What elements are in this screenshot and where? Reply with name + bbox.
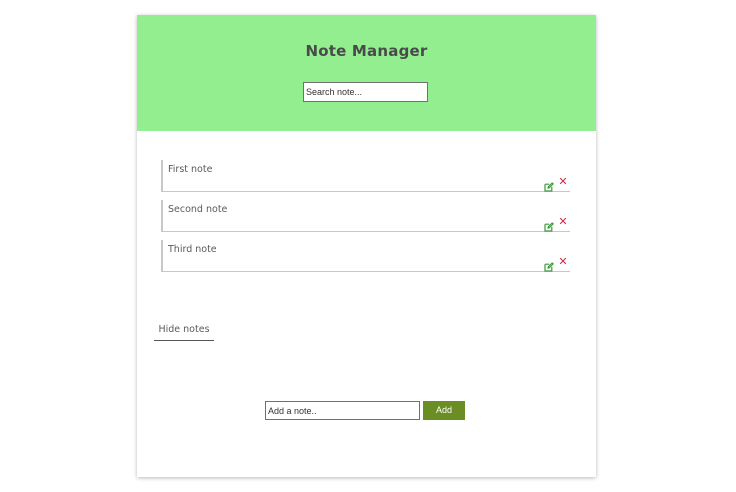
search-input[interactable]: [303, 82, 428, 102]
edit-icon[interactable]: [544, 257, 554, 272]
add-note-input[interactable]: [265, 401, 420, 420]
list-item: Third note ✕: [161, 240, 570, 272]
note-manager-card: Note Manager First note ✕ Second note: [137, 15, 596, 477]
note-actions: ✕: [544, 256, 568, 272]
add-button[interactable]: Add: [423, 401, 465, 420]
note-actions: ✕: [544, 216, 568, 232]
note-text: First note: [168, 164, 213, 175]
note-text: Second note: [168, 204, 228, 215]
close-icon[interactable]: ✕: [558, 256, 568, 267]
notes-list: First note ✕ Second note ✕ Third note ✕: [161, 160, 570, 280]
page-title: Note Manager: [305, 42, 428, 60]
note-actions: ✕: [544, 176, 568, 192]
header: Note Manager: [137, 15, 596, 131]
note-text: Third note: [168, 244, 217, 255]
close-icon[interactable]: ✕: [558, 216, 568, 227]
list-item: First note ✕: [161, 160, 570, 192]
hide-notes-button[interactable]: Hide notes: [154, 323, 214, 341]
list-item: Second note ✕: [161, 200, 570, 232]
edit-icon[interactable]: [544, 217, 554, 232]
edit-icon[interactable]: [544, 177, 554, 192]
close-icon[interactable]: ✕: [558, 176, 568, 187]
